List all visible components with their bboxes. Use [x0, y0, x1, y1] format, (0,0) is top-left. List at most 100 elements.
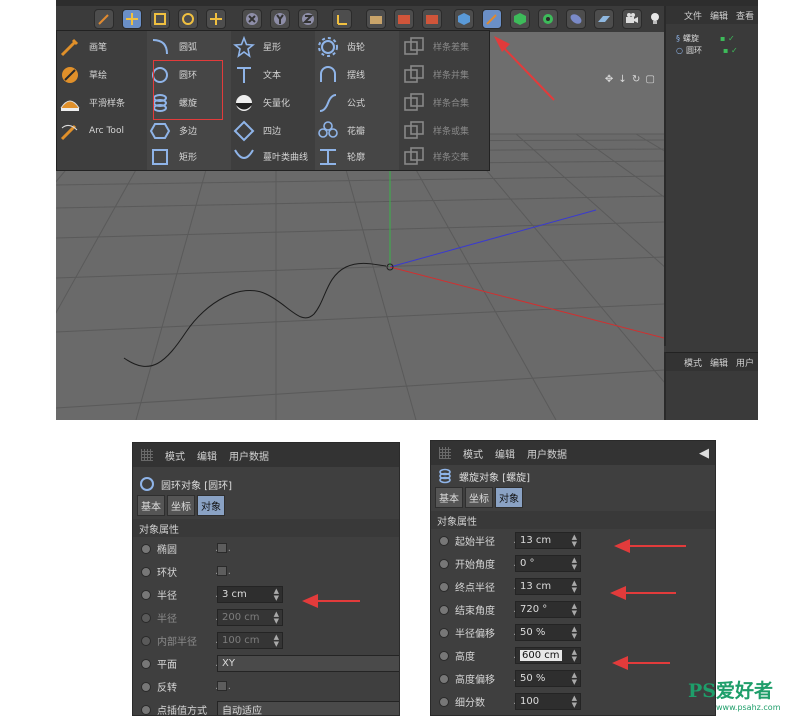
param-input[interactable]: 720 ° ▲ ▼	[515, 601, 581, 618]
menu-item-ngon[interactable]: 多边	[149, 117, 197, 144]
menu-item-spline-union[interactable]: 样条并集	[403, 61, 469, 88]
radius-input[interactable]: 3 cm ▲ ▼	[217, 586, 283, 603]
menu-item-pen[interactable]: 画笔	[59, 33, 107, 60]
menu-mode[interactable]: 模式	[165, 448, 185, 463]
tab-object[interactable]: 对象	[495, 486, 523, 508]
tab-coord[interactable]: 坐标	[465, 486, 493, 508]
menu-item-vectorizer[interactable]: 矢量化	[233, 89, 290, 116]
y-axis-lock-button[interactable]	[270, 9, 290, 29]
menu-edit[interactable]: 编辑	[197, 448, 217, 463]
render-view-button[interactable]	[366, 9, 386, 29]
menu-edit[interactable]: 编辑	[710, 9, 728, 22]
floor-environment-button[interactable]	[594, 9, 614, 29]
menu-item-smooth-spline[interactable]: 平滑样条	[59, 89, 125, 116]
menu-file[interactable]: 文件	[684, 9, 702, 22]
scale-tool-button[interactable]	[150, 9, 170, 29]
ring-checkbox[interactable]	[217, 566, 227, 576]
tab-object[interactable]: 对象	[197, 494, 225, 516]
anim-radio[interactable]	[141, 589, 151, 600]
menu-item-label: 圆弧	[179, 43, 198, 53]
param-input[interactable]: 50 % ▲ ▼	[515, 670, 581, 687]
anim-radio[interactable]	[439, 558, 449, 569]
menu-user[interactable]: 用户	[736, 356, 754, 369]
axis-tool-button[interactable]	[206, 9, 226, 29]
plane-select[interactable]: XY	[217, 655, 399, 672]
tab-basic[interactable]: 基本	[435, 486, 463, 508]
object-row-circle[interactable]: ○ 圆环 ▪ ✓	[666, 44, 758, 56]
menu-item-spline-intersect[interactable]: 样条交集	[403, 143, 469, 170]
menu-edit[interactable]: 编辑	[495, 446, 515, 461]
subdivision-button[interactable]	[510, 9, 530, 29]
deformer-button[interactable]	[566, 9, 586, 29]
tab-basic[interactable]: 基本	[137, 494, 165, 516]
light-button[interactable]	[646, 9, 666, 29]
param-input[interactable]: 100 ▲ ▼	[515, 693, 581, 710]
ellipse-checkbox[interactable]	[217, 543, 227, 553]
menu-item-text[interactable]: 文本	[233, 61, 281, 88]
menu-item-cycloid[interactable]: 摆线	[317, 61, 365, 88]
tab-coord[interactable]: 坐标	[167, 494, 195, 516]
anim-radio[interactable]	[141, 566, 151, 577]
menu-item-4side[interactable]: 四边	[233, 117, 281, 144]
coordinate-system-button[interactable]	[332, 9, 352, 29]
smooth-spline-icon	[59, 92, 81, 114]
menu-view[interactable]: 查看	[736, 9, 754, 22]
menu-item-formula[interactable]: 公式	[317, 89, 365, 116]
anim-radio[interactable]	[439, 673, 449, 684]
row-inner-radius: 内部半径.. 100 cm▲▼	[133, 629, 399, 652]
anim-radio[interactable]	[439, 535, 449, 546]
menu-item-cogwheel[interactable]: 齿轮	[317, 33, 365, 60]
menu-item-arc[interactable]: 圆弧	[149, 33, 197, 60]
param-input[interactable]: 0 ° ▲ ▼	[515, 555, 581, 572]
spline-tool-button[interactable]	[482, 9, 502, 29]
param-input[interactable]: 50 % ▲ ▼	[515, 624, 581, 641]
menu-item-sketch[interactable]: 草绘	[59, 61, 107, 88]
visibility-toggle[interactable]: ▪ ✓	[723, 46, 738, 55]
cube-primitive-button[interactable]	[454, 9, 474, 29]
menu-item-star[interactable]: 星形	[232, 33, 281, 60]
pen-tool-button[interactable]	[94, 9, 114, 29]
render-settings-button[interactable]	[394, 9, 414, 29]
param-input[interactable]: 13 cm ▲ ▼	[515, 578, 581, 595]
interpolation-select[interactable]: 自动适应	[217, 701, 399, 715]
rotate-tool-button[interactable]	[178, 9, 198, 29]
menu-item-arc-tool[interactable]: Arc Tool	[59, 117, 124, 144]
menu-mode[interactable]: 模式	[463, 446, 483, 461]
reverse-checkbox[interactable]	[217, 681, 227, 691]
row-ring: 环状.....	[133, 560, 399, 583]
anim-radio[interactable]	[439, 696, 449, 707]
anim-radio[interactable]	[439, 627, 449, 638]
menu-userdata[interactable]: 用户数据	[229, 448, 269, 463]
menu-item-spline-subtract[interactable]: 样条差集	[403, 33, 469, 60]
menu-item-flower[interactable]: 花瓣	[317, 117, 365, 144]
menu-item-cissoid[interactable]: 蔓叶类曲线	[233, 143, 308, 170]
menu-item-profile[interactable]: 轮廓	[317, 143, 365, 170]
param-input[interactable]: 600 cm ▲ ▼	[515, 647, 581, 664]
menu-mode[interactable]: 模式	[684, 356, 702, 369]
camera-button[interactable]	[622, 9, 642, 29]
anim-radio[interactable]	[439, 581, 449, 592]
anim-radio[interactable]	[141, 658, 151, 669]
back-arrow-icon[interactable]: ◀	[699, 446, 709, 461]
x-axis-lock-button[interactable]	[242, 9, 262, 29]
visibility-toggle[interactable]: ▪ ✓	[720, 34, 735, 43]
object-row-helix[interactable]: § 螺旋 ▪ ✓	[666, 32, 758, 44]
viewport-nav-icons[interactable]: ✥ ↓ ↻ ▢	[605, 74, 656, 85]
anim-radio[interactable]	[141, 543, 151, 554]
anim-radio[interactable]	[439, 604, 449, 615]
move-tool-button[interactable]	[122, 9, 142, 29]
menu-item-spline-or[interactable]: 样条或集	[403, 117, 469, 144]
menu-userdata[interactable]: 用户数据	[527, 446, 567, 461]
z-axis-lock-button[interactable]	[298, 9, 318, 29]
menu-item-spline-and[interactable]: 样条合集	[403, 89, 469, 116]
anim-radio[interactable]	[141, 704, 151, 715]
menu-edit[interactable]: 编辑	[710, 356, 728, 369]
param-input[interactable]: 13 cm ▲ ▼	[515, 532, 581, 549]
render-queue-button[interactable]	[422, 9, 442, 29]
anim-radio[interactable]	[439, 650, 449, 661]
array-generator-button[interactable]	[538, 9, 558, 29]
helix-param-row: 半径偏移..50 %▲▼	[431, 621, 715, 644]
menu-item-rectangle[interactable]: 矩形	[149, 143, 197, 170]
anim-radio[interactable]	[141, 681, 151, 692]
text-icon	[233, 64, 255, 86]
